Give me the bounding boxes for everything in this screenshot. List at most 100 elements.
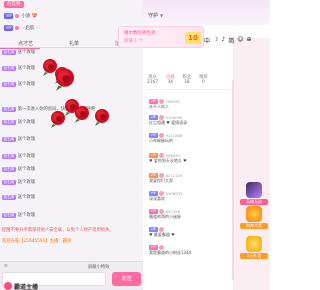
gift-pack-icon — [246, 236, 262, 252]
chat-message: 钻石用 送个玫瑰 — [2, 136, 35, 142]
user-tag: 钻石用 — [2, 179, 16, 185]
scrollbar[interactable] — [232, 80, 234, 280]
message-text: 送个玫瑰 — [17, 120, 35, 125]
side-event-fortune[interactable]: 财神大奖 — [240, 206, 268, 229]
hide-effects-toggle[interactable]: 屏蔽小特效 — [88, 264, 109, 270]
rose-icon — [75, 106, 89, 123]
emoji-icon[interactable]: ☺ — [237, 36, 243, 45]
send-button[interactable]: 发送 — [112, 272, 141, 286]
vip-badge: VIP — [149, 132, 158, 138]
avatar — [159, 98, 165, 104]
chat-message: 钻石用 送个玫瑰 — [2, 153, 35, 159]
user-tag: 钻石用 — [2, 166, 16, 172]
chat-message: 钻石用 送个玫瑰 — [2, 166, 35, 172]
tab-fans[interactable]: 粉丝 18 — [183, 74, 192, 85]
fan-item[interactable]: VIP ♥ 最爱霸道 ♥ — [149, 226, 231, 238]
vip-row[interactable]: VIP 小骄 💝 — [4, 12, 37, 20]
fan-desc: ♥ 爱你到天长地久 ♥ — [149, 158, 187, 163]
user-id: 796591 — [165, 98, 181, 104]
fan-item[interactable]: VIP 508052 ♥ 爱你到天长地久 ♥ — [149, 152, 231, 164]
vip-row[interactable]: VIP ☞启航 ☜ — [4, 24, 40, 32]
fan-item[interactable]: VIP 5306531 深深喜欢 — [149, 190, 231, 202]
host-banner: 霸道主播 — [4, 282, 84, 290]
side-label: 英雄无双 — [240, 199, 268, 205]
chat-message: 钻石用 送个玫瑰 — [2, 81, 35, 87]
user-tag: 钻石用 — [2, 119, 16, 125]
vip-badge: VIP — [149, 226, 158, 232]
tab-recommend[interactable]: 推荐 0 — [199, 74, 208, 85]
fan-desc: 永不人的人 — [149, 104, 169, 109]
user-tag: 钻石用 — [2, 106, 16, 112]
fan-desc: 红尘相遇 ♥ 爱情语录 — [149, 120, 188, 125]
rose-icon — [51, 111, 65, 128]
simplified-icon[interactable]: 简 — [228, 36, 234, 45]
user-tag: 钻石用 — [2, 194, 16, 200]
welcome-message: 欢迎光临【25645591】主播：霸道 — [2, 239, 72, 244]
fan-item[interactable]: VIP 9111808 小布偷偷玩的 — [149, 132, 231, 144]
chat-message: 钻石用 送个玫瑰 — [2, 212, 35, 218]
vip-promo-card[interactable]: 赠尔数玩神生效 刚满 1 个 10 — [118, 26, 204, 48]
vip-badge: VIP — [149, 98, 158, 104]
rose-icon — [95, 109, 109, 126]
fan-item[interactable]: VIP 我是霸道的小粉丝1344 — [149, 244, 231, 256]
vip-name: ☞启航 ☜ — [21, 26, 40, 31]
audience-tabs: 观众 2167 贡献 34 粉丝 18 推荐 0 — [147, 74, 208, 85]
user-tag: 钻石用 — [2, 153, 16, 159]
side-event-giftpack[interactable]: 1元礼包 — [240, 236, 268, 259]
fan-item[interactable]: VIP 657458 霸道帅哥的小迷妹 — [149, 208, 231, 220]
tab-gifts[interactable]: 礼单 — [69, 40, 79, 47]
vip-badge: VIP — [149, 114, 158, 120]
fan-item[interactable]: VIP 8211135 我爱你们大家 — [149, 172, 231, 184]
user-id: 8211135 — [165, 172, 183, 178]
user-id: 5306531 — [165, 190, 183, 196]
user-id: 508052 — [165, 152, 181, 158]
side-label: 财神大奖 — [240, 223, 268, 229]
fan-item[interactable]: VIP 5130000 红尘相遇 ♥ 爱情语录 — [149, 114, 231, 126]
tool-icons: 中 ☽ ♪ 简 ☺ ⊕ — [204, 36, 252, 45]
guard-selector[interactable]: 守护 ▼ — [148, 12, 163, 19]
message-text: 送个玫瑰 — [17, 180, 35, 185]
user-tag: 钻石用 — [2, 65, 16, 71]
side-label: 1元礼包 — [240, 253, 268, 259]
avatar — [159, 244, 165, 250]
chevron-down-icon: ▼ — [160, 13, 164, 18]
moon-icon[interactable]: ☽ — [213, 36, 218, 45]
message-text: 送个玫瑰 — [17, 195, 35, 200]
vip-badge: VIP — [149, 172, 158, 178]
user-id: 5130000 — [165, 114, 183, 120]
vip-badge: VIP — [149, 190, 158, 196]
host-banner-text: 霸道主播 — [14, 283, 39, 290]
music-icon[interactable]: ♪ — [221, 36, 225, 45]
fan-item[interactable]: VIP 796591 永不人的人 — [149, 98, 231, 110]
side-event-hero[interactable]: 英雄无双 — [240, 182, 268, 205]
chat-message: 钻石用 送个玫瑰 — [2, 65, 35, 71]
divider — [147, 89, 231, 90]
vip-badge: VIP — [4, 13, 14, 19]
top-badge: 的音频 — [4, 1, 24, 8]
user-tag: 钻石用 — [2, 136, 16, 142]
avatar — [159, 152, 165, 158]
avatar — [159, 114, 165, 120]
chat-list[interactable]: 钻石用 送个玫瑰 钻石用 送个玫瑰 钻石用 送个玫瑰 钻石用 第一次进入你的房间，快和他… — [0, 49, 143, 260]
emoji-icon[interactable]: ⊙ — [4, 264, 8, 269]
avatar — [159, 132, 165, 138]
guard-label: 守护 — [148, 13, 159, 19]
chat-message: 钻石用 送个玫瑰 — [2, 194, 35, 200]
fan-desc: 我是霸道的小粉丝1344 — [149, 250, 192, 255]
message-text: 送个玫瑰 — [17, 137, 35, 142]
language-icon[interactable]: 中 — [204, 36, 210, 45]
tab-audience[interactable]: 观众 2167 — [147, 74, 158, 85]
fan-desc: ♥ 最爱霸道 ♥ — [149, 232, 175, 237]
system-warning: 提醒不要分手需保持他人安全联，以免个人财产受到损失。 — [2, 228, 114, 233]
tab-contribution[interactable]: 贡献 34 — [166, 74, 175, 85]
avatar-dot — [15, 26, 20, 30]
chat-message: 钻石用 送个玫瑰 — [2, 119, 35, 125]
message-text: 送个玫瑰 — [17, 50, 35, 55]
chat-message: 钻石用 送个玫瑰 — [2, 179, 35, 185]
tab-talent[interactable]: 点才艺 — [18, 40, 33, 47]
message-text: 送个玫瑰 — [17, 167, 35, 172]
message-text: 送个玫瑰 — [17, 82, 35, 87]
settings-icon[interactable]: ⊕ — [247, 36, 252, 45]
fan-desc: 我爱你们大家 — [149, 178, 173, 183]
vip-name: 小骄 💝 — [21, 14, 38, 19]
